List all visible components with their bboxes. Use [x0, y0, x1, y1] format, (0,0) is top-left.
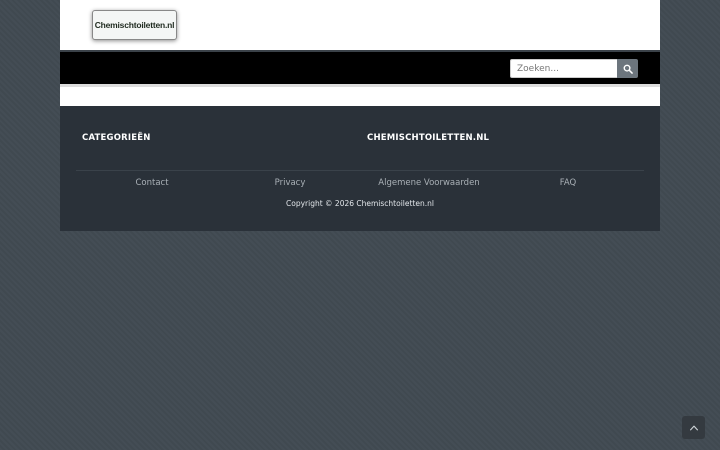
search-icon	[623, 64, 633, 74]
site-logo[interactable]: Chemischtoiletten.nl	[92, 10, 177, 40]
footer-categories-title: CATEGORIEËN	[82, 133, 151, 143]
footer-link-terms[interactable]: Algemene Voorwaarden	[378, 178, 479, 188]
page-container: Chemischtoiletten.nl CATEGORIEËN CHEMISC…	[60, 0, 660, 231]
search-form	[510, 59, 638, 78]
footer-links: Contact Privacy Algemene Voorwaarden FAQ	[60, 178, 660, 190]
site-header: Chemischtoiletten.nl	[60, 0, 660, 50]
chevron-up-icon	[689, 425, 698, 430]
search-button[interactable]	[617, 59, 638, 78]
content-strip	[60, 84, 660, 106]
footer-divider	[76, 170, 644, 171]
footer-link-contact[interactable]: Contact	[135, 178, 168, 188]
footer-site-title: CHEMISCHTOILETTEN.NL	[367, 133, 490, 143]
search-input[interactable]	[510, 59, 617, 78]
back-to-top-button[interactable]	[682, 416, 705, 439]
footer-link-faq[interactable]: FAQ	[560, 178, 576, 188]
footer-link-privacy[interactable]: Privacy	[275, 178, 306, 188]
logo-text: Chemischtoiletten.nl	[94, 20, 175, 30]
main-navbar	[60, 50, 660, 84]
copyright-text: Copyright © 2026 Chemischtoiletten.nl	[286, 199, 434, 208]
site-footer: CATEGORIEËN CHEMISCHTOILETTEN.NL Contact…	[60, 106, 660, 231]
